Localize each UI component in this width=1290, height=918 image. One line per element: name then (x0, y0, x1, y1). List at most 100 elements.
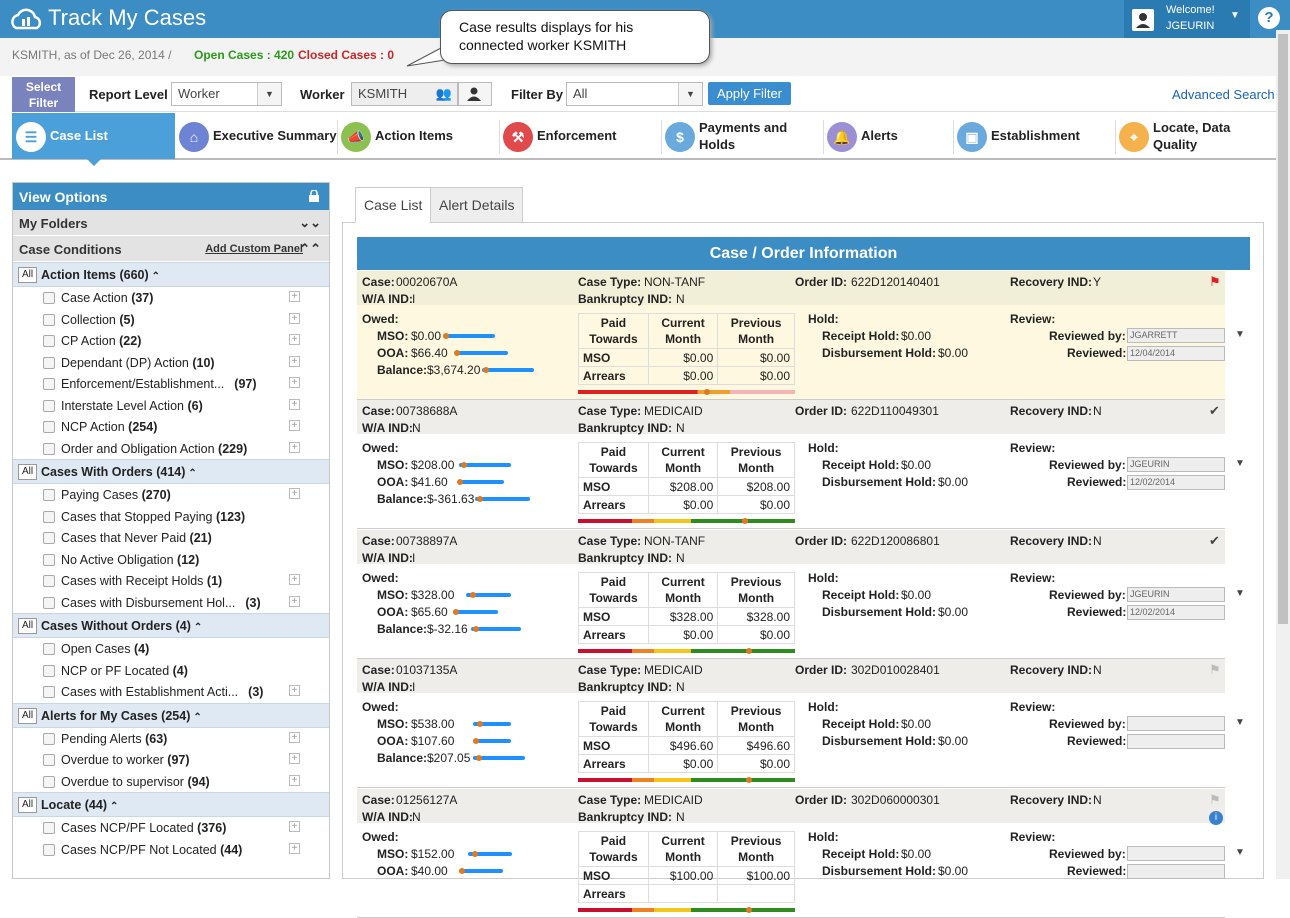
condition-item[interactable]: Cases with Disbursement Hol... (3) + (13, 592, 329, 614)
condition-item[interactable]: Collection (5) + (13, 309, 329, 331)
checkbox[interactable] (43, 754, 55, 766)
condition-item[interactable]: Interstate Level Action (6) + (13, 395, 329, 417)
chevron-down-icon[interactable]: ▼ (1235, 717, 1245, 728)
info-icon[interactable]: i (1209, 811, 1223, 825)
expand-plus-icon[interactable]: + (289, 377, 300, 388)
check-icon[interactable]: ✔ (1209, 533, 1220, 549)
reviewed-date-field[interactable] (1127, 864, 1225, 879)
condition-group-header[interactable]: All Locate (44) ⌃ (13, 792, 329, 817)
case-card[interactable]: Case: 01256127A W/A IND: N Case Type: MEDICAI… (357, 789, 1245, 918)
checkbox[interactable] (43, 489, 55, 501)
all-button[interactable]: All (18, 707, 38, 724)
reviewed-date-field[interactable]: 12/02/2014 (1127, 605, 1225, 620)
checkbox[interactable] (43, 553, 55, 566)
open-cases[interactable]: Open Cases : 420 (194, 48, 294, 62)
closed-cases[interactable]: Closed Cases : 0 (298, 48, 394, 62)
case-card[interactable]: Case: 00020670A W/A IND: I Case Type: NON-TAN… (357, 271, 1245, 400)
condition-item[interactable]: Cases with Establishment Acti... (3) + (13, 681, 329, 703)
condition-item[interactable]: Cases that Never Paid (21) (13, 527, 329, 549)
help-icon[interactable]: ? (1258, 7, 1280, 29)
flag-icon[interactable]: ⚑ (1209, 274, 1221, 290)
checkbox[interactable] (43, 643, 55, 655)
chevron-down-icon[interactable]: ▼ (1235, 588, 1245, 599)
condition-item[interactable]: No Active Obligation (12) (13, 549, 329, 571)
checkbox[interactable] (43, 664, 55, 677)
reviewed-date-field[interactable]: 12/02/2014 (1127, 475, 1225, 490)
tab-payments-and-holds[interactable]: $ Payments and Holds (661, 113, 823, 159)
checkbox[interactable] (43, 575, 55, 587)
checkbox[interactable] (43, 442, 55, 455)
chevron-down-icon[interactable]: ▼ (1235, 329, 1245, 340)
tab-alert-details[interactable]: Alert Details (430, 187, 524, 223)
reviewed-by-field[interactable]: JGARRETT (1127, 328, 1225, 343)
reviewed-by-field[interactable]: JGEURIN (1127, 457, 1225, 472)
check-icon[interactable]: ✔ (1209, 403, 1220, 419)
condition-group-header[interactable]: All Action Items (660) ⌃ (13, 262, 329, 287)
condition-item[interactable]: Pending Alerts (63) + (13, 728, 329, 750)
reviewed-by-field[interactable] (1127, 716, 1225, 731)
scrollbar-thumb[interactable] (1278, 34, 1288, 624)
condition-item[interactable]: Cases that Stopped Paying (123) (13, 506, 329, 528)
condition-item[interactable]: Overdue to worker (97) + (13, 749, 329, 771)
expand-plus-icon[interactable]: + (289, 488, 300, 499)
expand-plus-icon[interactable]: + (289, 574, 300, 585)
condition-item[interactable]: Dependant (DP) Action (10) + (13, 352, 329, 374)
checkbox[interactable] (43, 378, 55, 390)
condition-group-header[interactable]: All Alerts for My Cases (254) ⌃ (13, 702, 329, 728)
reviewed-date-field[interactable] (1127, 734, 1225, 749)
chevron-double-down-icon[interactable]: ⌄⌄ (299, 215, 321, 231)
condition-item[interactable]: Case Action (37) + (13, 287, 329, 309)
chevron-up-icon[interactable]: ⌃ (152, 271, 160, 282)
condition-group-header[interactable]: All Cases Without Orders (4) ⌃ (13, 613, 329, 638)
expand-plus-icon[interactable]: + (289, 821, 300, 832)
flag-icon[interactable]: ⚑ (1209, 662, 1221, 678)
tab-enforcement[interactable]: ⚒ Enforcement (499, 113, 661, 159)
expand-plus-icon[interactable]: + (289, 842, 300, 854)
checkbox[interactable] (43, 399, 55, 412)
chevron-down-icon[interactable]: ▼ (1235, 847, 1245, 858)
chevron-up-icon[interactable]: ⌃ (193, 712, 201, 723)
all-button[interactable]: All (18, 618, 38, 634)
checkbox[interactable] (43, 686, 55, 698)
condition-item[interactable]: Cases NCP/PF Not Located (44) + (13, 839, 329, 861)
checkbox[interactable] (43, 732, 55, 745)
checkbox[interactable] (43, 775, 55, 788)
tab-case-list[interactable]: ☰ Case List (12, 113, 175, 166)
checkbox[interactable] (43, 356, 55, 369)
tab-establishment[interactable]: ▣ Establishment (953, 113, 1115, 159)
my-folders-row[interactable]: My Folders ⌄⌄ (13, 210, 329, 236)
all-button[interactable]: All (18, 464, 38, 480)
tab-executive-summary[interactable]: ⌂ Executive Summary (175, 113, 337, 159)
case-card[interactable]: Case: 00738897A W/A IND: I Case Type: NON-TAN… (357, 530, 1245, 659)
expand-plus-icon[interactable]: + (289, 441, 300, 453)
scrollbar[interactable] (1276, 30, 1290, 879)
condition-item[interactable]: Enforcement/Establishment... (97) + (13, 373, 329, 395)
tab-case-list-sub[interactable]: Case List (355, 187, 432, 223)
expand-plus-icon[interactable]: + (289, 398, 300, 410)
chevron-down-icon[interactable]: ▼ (1235, 458, 1245, 469)
expand-plus-icon[interactable]: + (289, 420, 300, 431)
condition-item[interactable]: Cases NCP/PF Located (376) + (13, 817, 329, 839)
condition-item[interactable]: Overdue to supervisor (94) + (13, 771, 329, 793)
tab-alerts[interactable]: 🔔 Alerts (823, 113, 953, 159)
advanced-search-link[interactable]: Advanced Search (1172, 87, 1275, 102)
chevron-up-icon[interactable]: ⌃ (110, 801, 118, 812)
chevron-double-up-icon[interactable]: ⌃⌃ (299, 241, 321, 257)
user-menu[interactable]: Welcome! JGEURIN ▼ (1124, 0, 1250, 38)
checkbox[interactable] (43, 510, 55, 523)
expand-plus-icon[interactable]: + (289, 334, 300, 345)
filter-by-select[interactable]: All ▼ (566, 82, 703, 106)
condition-item[interactable]: CP Action (22) + (13, 330, 329, 352)
worker-input[interactable]: KSMITH 👥 (351, 82, 458, 106)
condition-item[interactable]: Order and Obligation Action (229) + (13, 438, 329, 460)
view-options-header[interactable]: View Options (13, 183, 329, 210)
chevron-up-icon[interactable]: ⌃ (194, 622, 202, 633)
checkbox[interactable] (43, 532, 55, 544)
checkbox[interactable] (43, 822, 55, 834)
reviewed-by-field[interactable]: JGEURIN (1127, 587, 1225, 602)
condition-item[interactable]: Open Cases (4) (13, 638, 329, 660)
expand-plus-icon[interactable]: + (289, 312, 300, 324)
condition-item[interactable]: Paying Cases (270) + (13, 484, 329, 506)
all-button[interactable]: All (18, 267, 38, 283)
condition-item[interactable]: Cases with Receipt Holds (1) + (13, 570, 329, 592)
